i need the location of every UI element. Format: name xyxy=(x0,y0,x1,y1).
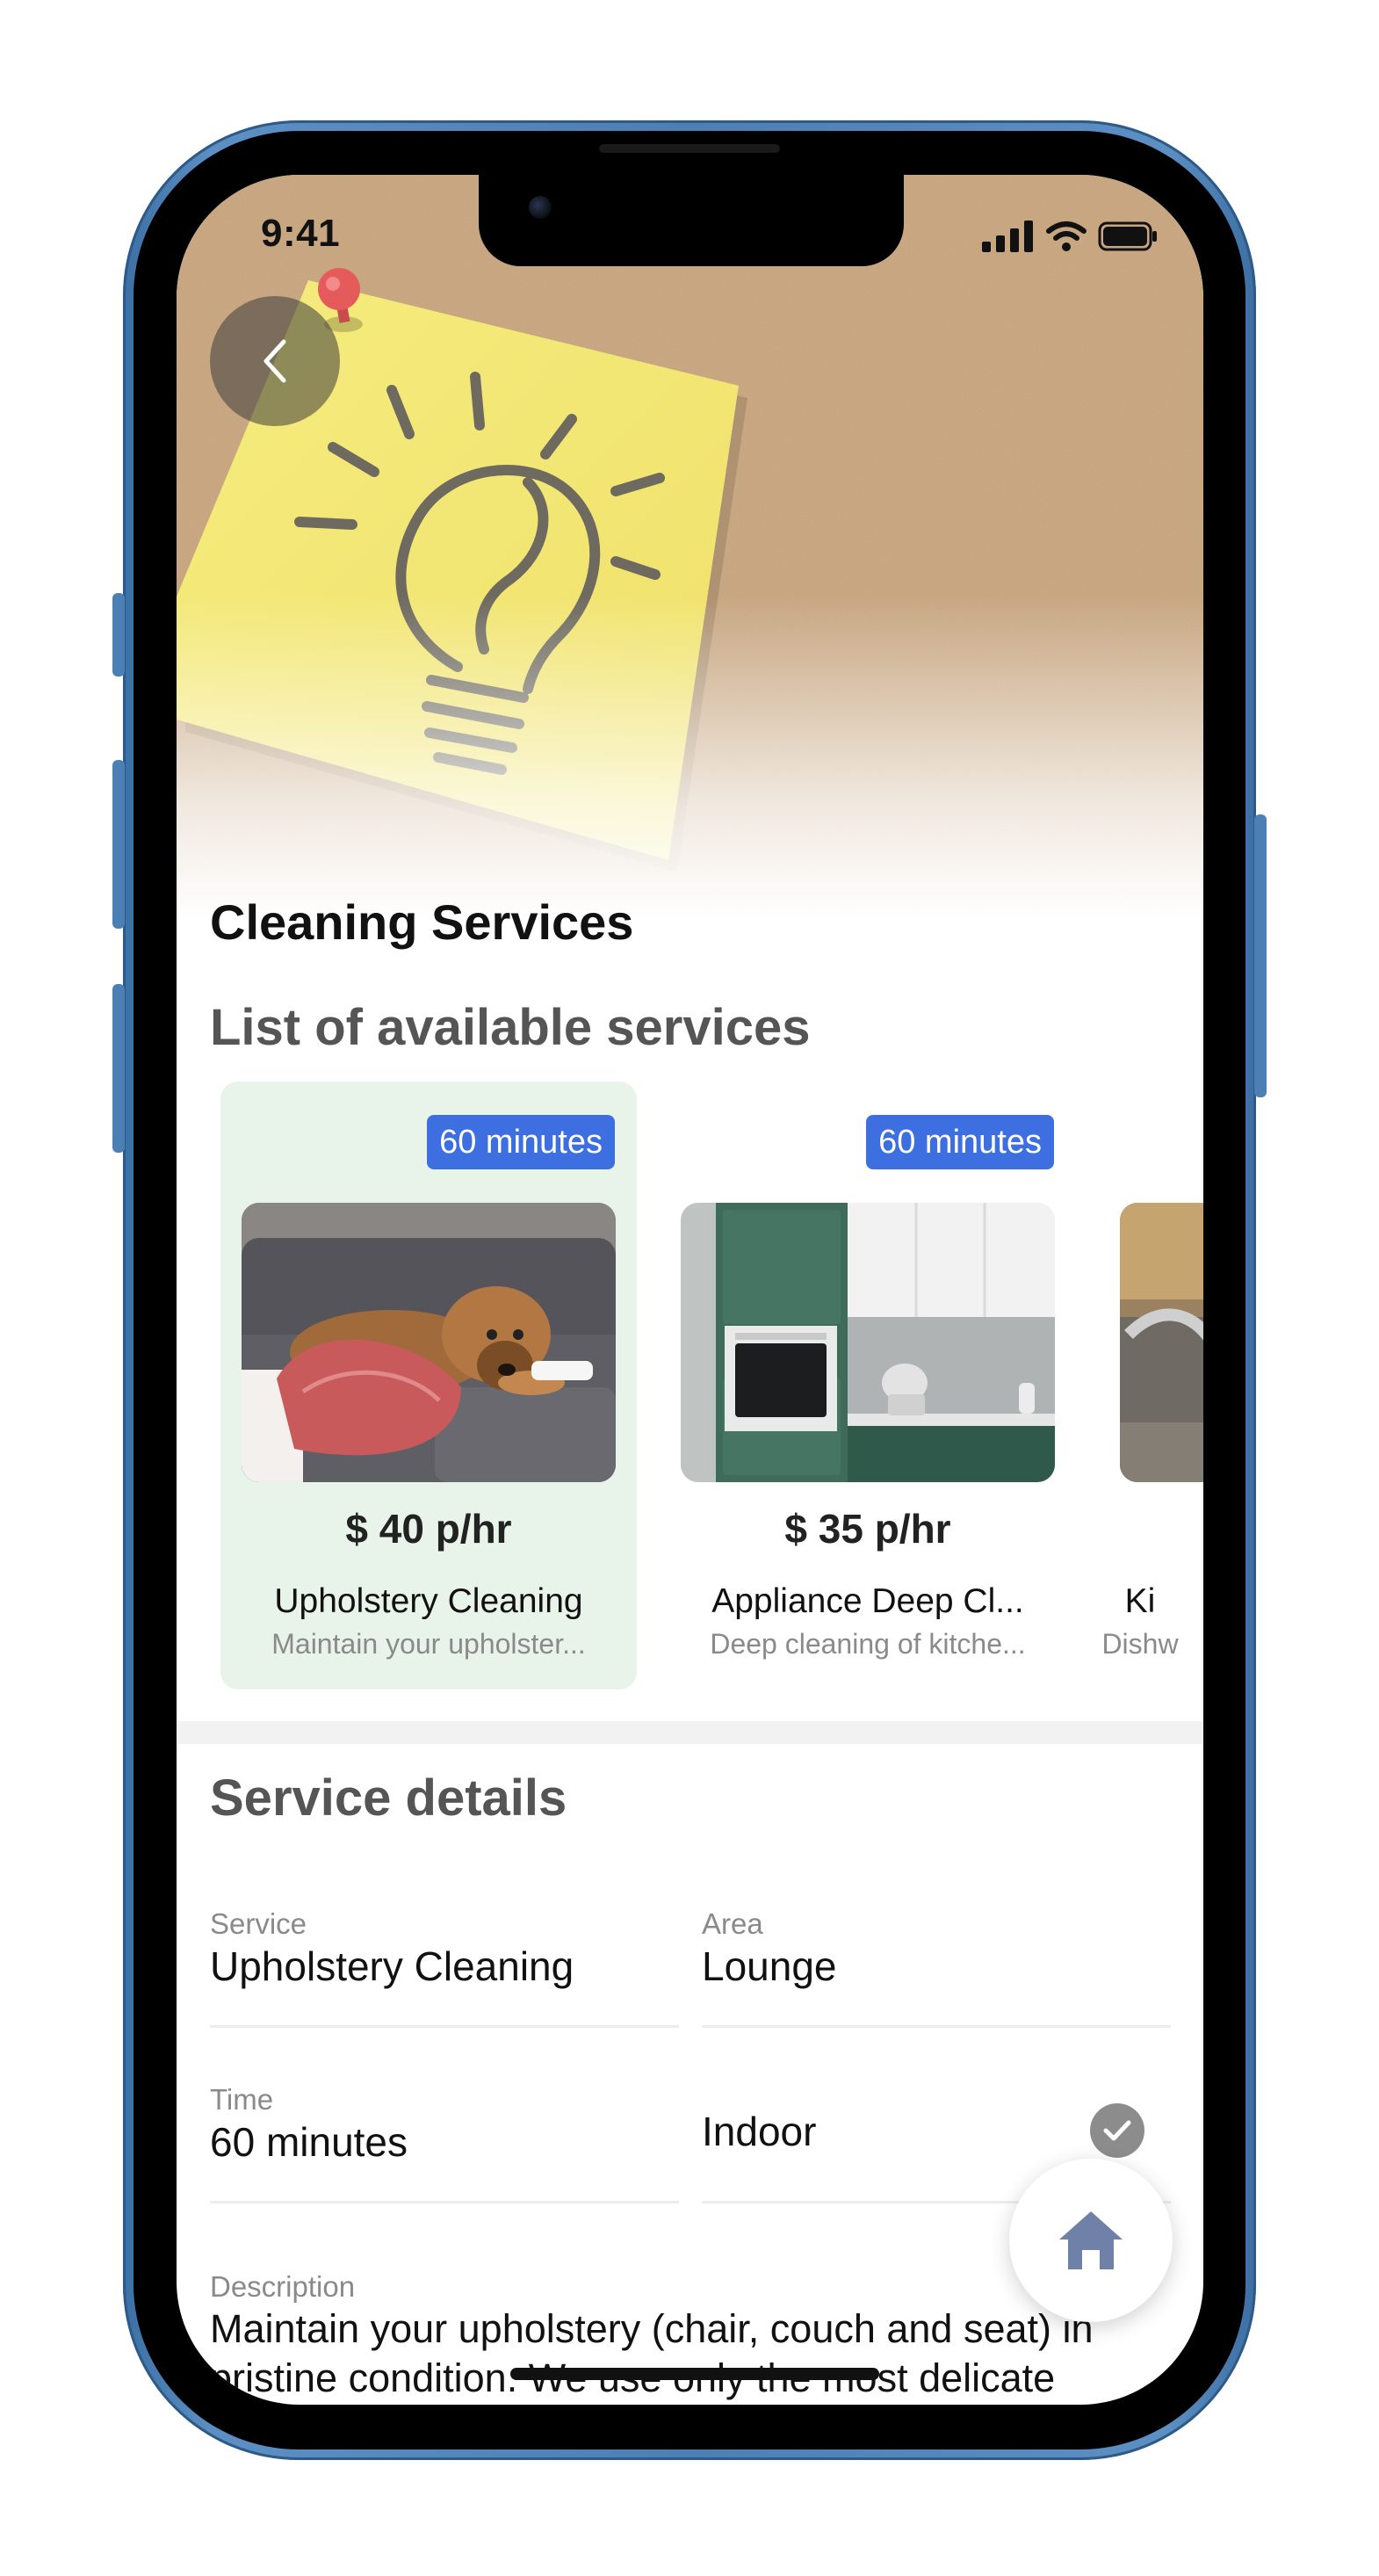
service-name: Ki xyxy=(1124,1582,1156,1620)
service-description: Dishw xyxy=(1101,1628,1179,1660)
area-field-underline xyxy=(702,2025,1171,2028)
time-field-label: Time xyxy=(210,2083,274,2116)
description-field-value: Maintain your upholstery (chair, couch a… xyxy=(210,2306,1094,2400)
services-list-heading: List of available services xyxy=(210,999,811,1056)
service-name: Upholstery Cleaning xyxy=(274,1582,583,1620)
indoor-check-icon[interactable] xyxy=(1090,2103,1144,2158)
home-indicator[interactable] xyxy=(510,2368,879,2380)
power-button xyxy=(1254,814,1267,1097)
service-price: $ 40 p/hr xyxy=(345,1506,512,1552)
service-details-heading: Service details xyxy=(210,1769,567,1827)
area-field-label: Area xyxy=(702,1907,763,1940)
status-time: 9:41 xyxy=(261,212,341,255)
back-button[interactable] xyxy=(210,296,340,426)
service-field-underline xyxy=(210,2025,679,2028)
volume-up-button xyxy=(112,760,125,929)
description-field-label: Description xyxy=(210,2270,356,2303)
duration-badge: 60 minutes xyxy=(427,1115,615,1169)
duration-badge: 60 minutes xyxy=(866,1115,1054,1169)
wifi-icon xyxy=(1046,221,1087,251)
hero-image xyxy=(177,175,1203,983)
section-divider xyxy=(177,1721,1203,1744)
cellular-signal-icon xyxy=(982,221,1033,252)
status-icons xyxy=(982,221,1158,252)
battery-icon xyxy=(1098,221,1157,251)
indoor-toggle-label: Indoor xyxy=(702,2109,817,2154)
service-card-upholstery[interactable]: 60 minutes $ 40 p/hr Upholstery Cleaning… xyxy=(220,1082,637,1690)
home-icon xyxy=(1059,2211,1123,2269)
notch xyxy=(479,175,904,266)
service-card-kitchen[interactable]: Ki Dishw xyxy=(1099,1082,1203,1690)
area-field-value[interactable]: Lounge xyxy=(702,1943,837,1990)
services-carousel[interactable]: 60 minutes $ 40 p/hr Upholstery Cleaning… xyxy=(177,1082,1203,1697)
chevron-left-icon xyxy=(264,339,286,383)
service-image-dog-on-sofa xyxy=(242,1203,616,1482)
service-field-value[interactable]: Upholstery Cleaning xyxy=(210,1943,574,1990)
service-field-label: Service xyxy=(210,1907,307,1940)
mute-switch xyxy=(112,593,125,677)
time-field-value[interactable]: 60 minutes xyxy=(210,2118,408,2166)
time-field-underline xyxy=(210,2201,679,2203)
service-image-kitchen-sink xyxy=(1120,1203,1203,1482)
earpiece-speaker xyxy=(599,144,780,153)
service-image-green-kitchen xyxy=(681,1203,1055,1482)
page-title: Cleaning Services xyxy=(210,894,634,950)
corkboard-sticky-note-illustration xyxy=(177,175,1203,983)
volume-down-button xyxy=(112,984,125,1153)
front-camera xyxy=(529,196,552,219)
home-button[interactable] xyxy=(1009,2159,1173,2322)
service-description: Maintain your upholster... xyxy=(271,1628,586,1660)
service-price: $ 35 p/hr xyxy=(784,1506,951,1552)
app-screen: 9:41 Cleaning Services List of available… xyxy=(177,175,1203,2405)
